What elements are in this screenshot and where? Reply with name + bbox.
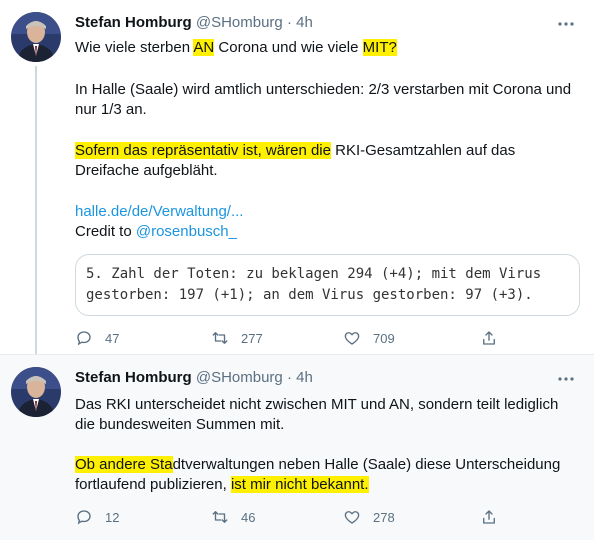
thread-line <box>35 66 37 358</box>
text-segment: Corona und wie viele <box>214 39 363 56</box>
reply-icon <box>77 331 91 346</box>
tweet-text: Wie viele sterben AN Corona und wie viel… <box>75 38 580 58</box>
paragraph-text: Sofern das repräsentativ ist, wären die … <box>75 141 580 181</box>
separator-dot: · <box>286 369 292 386</box>
reply-count: 12 <box>105 509 120 525</box>
more-icon <box>558 22 574 26</box>
highlight-sofern: Sofern das repräsentativ ist, wären die <box>75 142 331 159</box>
share-icon <box>483 331 495 345</box>
share-button[interactable] <box>480 328 498 348</box>
tweet-paragraph-2: Ob andere Stadtverwaltungen neben Halle … <box>75 455 580 495</box>
action-bar: 47 277 709 <box>75 328 505 348</box>
more-button[interactable] <box>554 12 578 36</box>
like-button[interactable]: 278 <box>343 507 395 527</box>
tweet-links: halle.de/de/Verwaltung/... Credit to @ro… <box>75 202 580 242</box>
author-name[interactable]: Stefan Homburg <box>75 369 192 386</box>
tweet-paragraph-2: In Halle (Saale) wird amtlich unterschie… <box>75 80 580 120</box>
like-icon <box>344 511 360 524</box>
tweet-line-1: Wie viele sterben AN Corona und wie viel… <box>75 38 580 58</box>
like-button[interactable]: 709 <box>343 328 395 348</box>
author-handle[interactable]: @SHomburg <box>196 369 283 386</box>
mention-link[interactable]: @rosenbusch_ <box>136 223 237 240</box>
highlight-nicht-bekannt: ist mir nicht bekannt. <box>230 476 369 493</box>
reply-button[interactable]: 47 <box>75 328 119 348</box>
more-icon <box>558 377 574 381</box>
timestamp[interactable]: 4h <box>296 14 313 31</box>
separator-dot: · <box>286 14 292 31</box>
credit-label: Credit to <box>75 223 136 240</box>
timestamp[interactable]: 4h <box>296 369 313 386</box>
paragraph-text: Das RKI unterscheidet nicht zwischen MIT… <box>75 396 559 433</box>
like-icon <box>344 332 360 345</box>
retweet-count: 46 <box>241 509 256 525</box>
retweet-count: 277 <box>241 330 263 346</box>
retweet-icon <box>212 332 228 344</box>
more-button[interactable] <box>554 367 578 391</box>
author-handle[interactable]: @SHomburg <box>196 14 283 31</box>
reply-button[interactable]: 12 <box>75 507 119 527</box>
avatar[interactable] <box>11 367 61 417</box>
tweet-header: Stefan Homburg @SHomburg · 4h <box>75 14 554 34</box>
tweet-paragraph-1: Das RKI unterscheidet nicht zwischen MIT… <box>75 395 580 435</box>
text-segment: Wie viele sterben <box>75 39 194 56</box>
retweet-button[interactable]: 277 <box>211 328 263 348</box>
retweet-button[interactable]: 46 <box>211 507 255 527</box>
share-button[interactable] <box>480 507 498 527</box>
url-link[interactable]: halle.de/de/Verwaltung/... <box>75 202 580 222</box>
tweet[interactable]: Stefan Homburg @SHomburg · 4h Wie viele … <box>0 0 594 358</box>
like-count: 278 <box>373 509 395 525</box>
share-icon <box>483 510 495 524</box>
highlight-ob-andere: Ob andere Sta <box>75 456 173 473</box>
author-name[interactable]: Stefan Homburg <box>75 14 192 31</box>
quoted-image-card[interactable]: 5. Zahl der Toten: zu beklagen 294 (+4);… <box>75 254 580 316</box>
like-count: 709 <box>373 330 395 346</box>
reply-icon <box>77 510 91 525</box>
avatar[interactable] <box>11 12 61 62</box>
highlight-mit: MIT? <box>362 39 397 56</box>
paragraph-text: Ob andere Stadtverwaltungen neben Halle … <box>75 455 580 495</box>
tweet-paragraph-3: Sofern das repräsentativ ist, wären die … <box>75 141 580 181</box>
quoted-text: 5. Zahl der Toten: zu beklagen 294 (+4);… <box>86 266 542 303</box>
tweet[interactable]: Stefan Homburg @SHomburg · 4h Das RKI un… <box>0 354 594 540</box>
highlight-an: AN <box>193 39 215 56</box>
retweet-icon <box>212 511 228 523</box>
credit-line: Credit to @rosenbusch_ <box>75 222 580 242</box>
reply-count: 47 <box>105 330 120 346</box>
paragraph-text: In Halle (Saale) wird amtlich unterschie… <box>75 81 572 118</box>
action-bar: 12 46 278 <box>75 507 505 527</box>
tweet-header: Stefan Homburg @SHomburg · 4h <box>75 369 554 389</box>
